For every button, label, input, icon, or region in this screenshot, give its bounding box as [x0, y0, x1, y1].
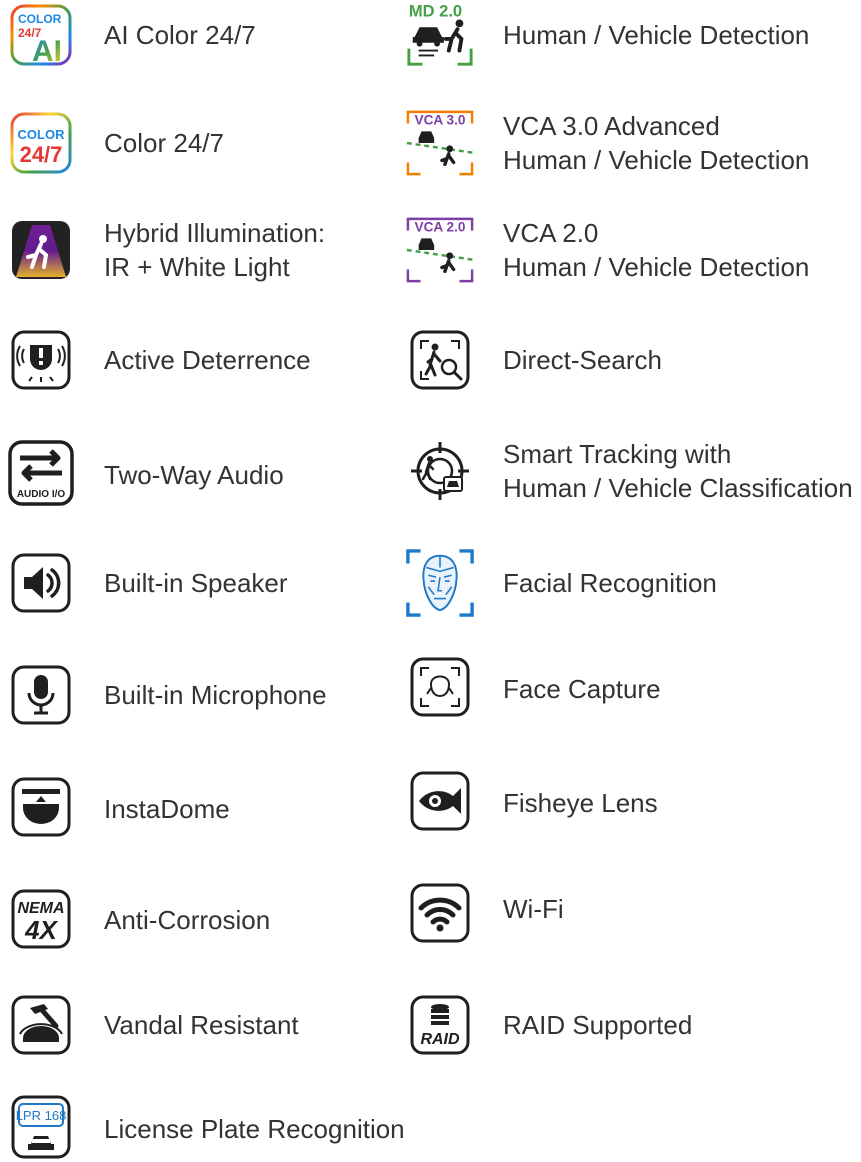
feature-label: Direct-Search: [503, 345, 662, 375]
feature-label: Fisheye Lens: [503, 788, 658, 818]
speaker-icon: [6, 548, 76, 618]
fisheye-icon: [405, 766, 475, 836]
feature-label: Built-in Microphone: [104, 680, 327, 710]
feature-label: Face Capture: [503, 674, 661, 704]
svg-text:AUDIO I/O: AUDIO I/O: [17, 489, 66, 500]
md-2-icon: MD 2.0: [405, 0, 475, 70]
feature-label: VCA 2.0 Human / Vehicle Detection: [503, 218, 810, 282]
feature-label: InstaDome: [104, 794, 230, 824]
feature-vca3-detection: VCA 3.0 VCA 3.0 Advanced Human / Vehicle…: [405, 108, 861, 178]
feature-ai-color: COLOR 24/7 AI AI Color 24/7: [6, 0, 396, 70]
svg-text:LPR 168: LPR 168: [16, 1108, 67, 1123]
feature-label: RAID Supported: [503, 1010, 693, 1040]
feature-label: Smart Tracking with Human / Vehicle Clas…: [503, 439, 853, 503]
svg-text:VCA 3.0: VCA 3.0: [415, 113, 466, 128]
svg-text:VCA 2.0: VCA 2.0: [415, 220, 466, 235]
feature-label: Two-Way Audio: [104, 460, 284, 490]
feature-color-24-7: COLOR 24/7 Color 24/7: [6, 108, 396, 178]
feature-label: Anti-Corrosion: [104, 905, 271, 935]
direct-search-icon: [405, 325, 475, 395]
svg-text:4X: 4X: [24, 915, 58, 945]
feature-facial-recognition: Facial Recognition: [405, 548, 861, 618]
svg-text:MD 2.0: MD 2.0: [409, 2, 462, 21]
svg-text:RAID: RAID: [420, 1031, 460, 1048]
feature-instadome: InstaDome: [6, 772, 396, 842]
feature-vandal-resistant: Vandal Resistant: [6, 990, 396, 1060]
feature-face-capture: Face Capture: [405, 652, 861, 722]
raid-icon: RAID: [405, 990, 475, 1060]
feature-fisheye: Fisheye Lens: [405, 766, 861, 836]
svg-text:24/7: 24/7: [20, 142, 63, 167]
feature-md-detection: MD 2.0 Human / Vehicle Detection: [405, 0, 861, 70]
feature-label: Vandal Resistant: [104, 1010, 299, 1040]
hybrid-illumination-icon: [6, 215, 76, 285]
feature-label: Human / Vehicle Detection: [503, 20, 810, 50]
feature-label: Facial Recognition: [503, 568, 717, 598]
feature-label: Color 24/7: [104, 128, 224, 158]
feature-active-deterrence: Active Deterrence: [6, 325, 396, 395]
feature-raid: RAID RAID Supported: [405, 990, 861, 1060]
vca-3-icon: VCA 3.0: [405, 108, 475, 178]
smart-tracking-icon: [405, 436, 475, 506]
feature-label: Wi-Fi: [503, 894, 564, 924]
feature-label: VCA 3.0 Advanced Human / Vehicle Detecti…: [503, 111, 810, 175]
feature-label: Active Deterrence: [104, 345, 311, 375]
active-deterrence-icon: [6, 325, 76, 395]
feature-vca2-detection: VCA 2.0 VCA 2.0 Human / Vehicle Detectio…: [405, 215, 861, 285]
feature-speaker: Built-in Speaker: [6, 548, 396, 618]
two-way-audio-icon: AUDIO I/O: [6, 438, 76, 508]
feature-label: Hybrid Illumination: IR + White Light: [104, 218, 326, 282]
ai-color-icon: COLOR 24/7 AI: [6, 0, 76, 70]
svg-text:COLOR: COLOR: [18, 12, 62, 26]
nema-4x-icon: NEMA 4X: [6, 884, 76, 954]
face-capture-icon: [405, 652, 475, 722]
svg-text:AI: AI: [32, 35, 62, 66]
instadome-icon: [6, 772, 76, 842]
lpr-icon: LPR 168: [6, 1092, 76, 1162]
color-24-7-icon: COLOR 24/7: [6, 108, 76, 178]
feature-label: Built-in Speaker: [104, 568, 288, 598]
feature-smart-tracking: Smart Tracking with Human / Vehicle Clas…: [405, 436, 861, 506]
feature-direct-search: Direct-Search: [405, 325, 861, 395]
facial-recognition-icon: [405, 548, 475, 618]
vca-2-icon: VCA 2.0: [405, 215, 475, 285]
svg-text:COLOR: COLOR: [18, 127, 66, 142]
vandal-resistant-icon: [6, 990, 76, 1060]
feature-microphone: Built-in Microphone: [6, 660, 396, 730]
feature-anti-corrosion: NEMA 4X Anti-Corrosion: [6, 884, 396, 954]
feature-two-way-audio: AUDIO I/O Two-Way Audio: [6, 438, 396, 508]
feature-hybrid-illumination: Hybrid Illumination: IR + White Light: [6, 215, 396, 285]
feature-label: AI Color 24/7: [104, 20, 256, 50]
wifi-icon: [405, 878, 475, 948]
microphone-icon: [6, 660, 76, 730]
feature-wifi: Wi-Fi: [405, 878, 861, 948]
feature-lpr: LPR 168 License Plate Recognition: [6, 1092, 405, 1162]
feature-label: License Plate Recognition: [104, 1114, 405, 1144]
